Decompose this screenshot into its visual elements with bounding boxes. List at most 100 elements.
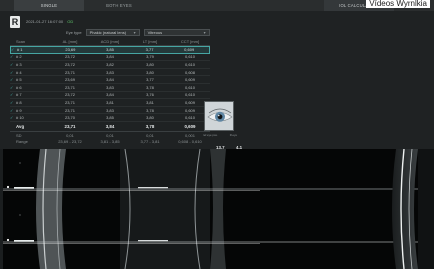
- table-row[interactable]: ✓ # 2 23,72 3,84 3,79 0,610: [10, 54, 210, 62]
- lt-value: 3,80: [146, 115, 154, 121]
- eye-camera-image[interactable]: [204, 101, 234, 131]
- lt-value: 3,80: [146, 69, 154, 75]
- lt-value: 3,81: [146, 99, 154, 105]
- tab-single[interactable]: SINGLE: [14, 0, 84, 11]
- al-value: 23,71: [64, 99, 75, 105]
- table-body: ✓ # 1 23,69 3,85 3,77 0,609 ✓ # 2 23,72 3,84 3,79 0…: [10, 46, 210, 122]
- cct-value: 0,610: [184, 61, 195, 67]
- table-row[interactable]: ✓ # 5 23,69 3,84 3,77 0,609: [10, 76, 210, 84]
- al-value: 23,72: [64, 92, 75, 98]
- avg-acd: 3,84: [105, 124, 115, 130]
- lt-value: 3,76: [146, 92, 154, 98]
- measurement-table: Scan AL [mm] ACD [mm] LT [mm] CCT [mm] ✓…: [10, 38, 210, 145]
- al-value: 23,70: [64, 115, 75, 121]
- acd-value: 3,83: [106, 107, 114, 113]
- lt-value: 3,77: [146, 77, 154, 83]
- acd-value: 3,84: [106, 92, 114, 98]
- eye-side-badge: OD: [67, 19, 74, 24]
- table-row[interactable]: ✓ # 7 23,72 3,84 3,76 0,610: [10, 92, 210, 100]
- biometry-app: SINGLE BOTH EYES IOL CALCULATION R 2021-…: [0, 0, 434, 269]
- avg-lt: 3,78: [145, 124, 155, 130]
- table-row[interactable]: ✓ # 8 23,71 3,81 3,81 0,609: [10, 99, 210, 107]
- range-cct: 0,608 - 0,610: [178, 139, 202, 145]
- col-lt: LT [mm]: [142, 39, 158, 44]
- scan-number: # 9: [16, 107, 22, 113]
- range-acd: 3,81 - 3,85: [100, 139, 120, 145]
- table-row[interactable]: ✓ # 9 23,71 3,83 3,78 0,609: [10, 107, 210, 115]
- eye-type-select[interactable]: Phakic (natural lens) ▾: [85, 29, 140, 36]
- eye-caption-right: R.eye: [229, 133, 237, 137]
- acd-value: 3,82: [106, 61, 114, 67]
- lt-value: 3,77: [145, 47, 154, 53]
- lt-value: 3,78: [146, 107, 154, 113]
- scan-number: # 4: [16, 69, 22, 75]
- sd-acd: 0,01: [106, 132, 114, 138]
- al-value: 23,71: [64, 84, 75, 90]
- lt-value: 3,79: [146, 54, 154, 60]
- cct-value: 0,610: [184, 84, 195, 90]
- al-value: 23,69: [64, 77, 75, 83]
- al-value: 23,69: [65, 47, 76, 53]
- al-value: 23,72: [64, 54, 75, 60]
- vitreous-value: Vitreous: [147, 30, 163, 35]
- al-value: 23,72: [64, 61, 75, 67]
- scan-number: # 6: [16, 84, 22, 90]
- cct-value: 0,610: [184, 54, 195, 60]
- patient-info: 2021-01-27 16:07:00 OD: [26, 19, 73, 24]
- range-label: Range: [16, 139, 28, 145]
- vitreous-select[interactable]: Vitreous ▾: [143, 29, 210, 36]
- eye-image: [205, 102, 233, 130]
- cct-value: 0,609: [184, 77, 195, 83]
- scan-number: # 1: [16, 47, 23, 53]
- acd-value: 3,83: [106, 84, 114, 90]
- table-row[interactable]: ✓ # 4 23,71 3,83 3,80 0,608: [10, 69, 210, 77]
- al-value: 23,71: [64, 107, 75, 113]
- sd-row: SD 0,01 0,01 0,01 0,001: [10, 132, 210, 138]
- lens-settings-row: Eye type Phakic (natural lens) ▾ Vitreou…: [66, 29, 210, 36]
- acd-value: 3,81: [106, 99, 114, 105]
- al-value: 23,71: [64, 69, 75, 75]
- cct-value: 0,608: [184, 69, 195, 75]
- acd-value: 3,84: [106, 54, 114, 60]
- scan-number: # 7: [16, 92, 22, 98]
- cct-value: 0,610: [184, 92, 195, 98]
- oct-scan-image: [0, 149, 434, 269]
- scan-number: # 10: [16, 115, 24, 121]
- tab-5[interactable]: [294, 0, 324, 11]
- range-lt: 3,77 - 3,81: [140, 139, 160, 145]
- scan-number: # 5: [16, 77, 22, 83]
- biometry-scan-view[interactable]: [0, 149, 434, 269]
- avg-al: 23,71: [64, 124, 76, 130]
- lt-value: 3,80: [146, 61, 154, 67]
- range-row: Range 23,69 - 23,72 3,81 - 3,85 3,77 - 3…: [10, 138, 210, 144]
- scan-number: # 2: [16, 54, 22, 60]
- tab-3[interactable]: [154, 0, 224, 11]
- cct-value: 0,609: [184, 47, 195, 53]
- tab-4[interactable]: [224, 0, 294, 11]
- col-scan: Scan: [16, 39, 26, 44]
- exam-date: 2021-01-27 16:07:00: [26, 19, 64, 24]
- table-row[interactable]: ✓ # 3 23,72 3,82 3,80 0,610: [10, 61, 210, 69]
- eye-image-caption: ref.eye pos. R.eye: [203, 133, 237, 137]
- table-row[interactable]: ✓ # 6 23,71 3,83 3,78 0,610: [10, 84, 210, 92]
- overlay-caption: Vídeos Wyrnlkia: [366, 0, 430, 8]
- tab-both-eyes[interactable]: BOTH EYES: [84, 0, 154, 11]
- acd-value: 3,85: [106, 47, 114, 53]
- acd-value: 3,84: [106, 77, 114, 83]
- scan-number: # 3: [16, 61, 22, 67]
- eye-type-value: Phakic (natural lens): [89, 30, 127, 35]
- chevron-down-icon: ▾: [133, 30, 136, 35]
- sd-lt: 0,01: [146, 132, 154, 138]
- table-row[interactable]: ✓ # 10 23,70 3,85 3,80 0,610: [10, 114, 210, 122]
- chevron-down-icon: ▾: [203, 30, 206, 35]
- avg-label: Avg: [16, 124, 25, 130]
- sd-al: 0,01: [66, 132, 74, 138]
- scan-number: # 8: [16, 99, 22, 105]
- avg-row: Avg 23,71 3,84 3,78 0,609: [10, 123, 210, 132]
- col-cct: CCT [mm]: [180, 39, 200, 44]
- col-acd: ACD [mm]: [100, 39, 120, 44]
- eye-type-label: Eye type: [66, 30, 82, 35]
- app-logo: R: [10, 16, 20, 28]
- table-row[interactable]: ✓ # 1 23,69 3,85 3,77 0,609: [10, 46, 210, 54]
- col-al: AL [mm]: [62, 39, 78, 44]
